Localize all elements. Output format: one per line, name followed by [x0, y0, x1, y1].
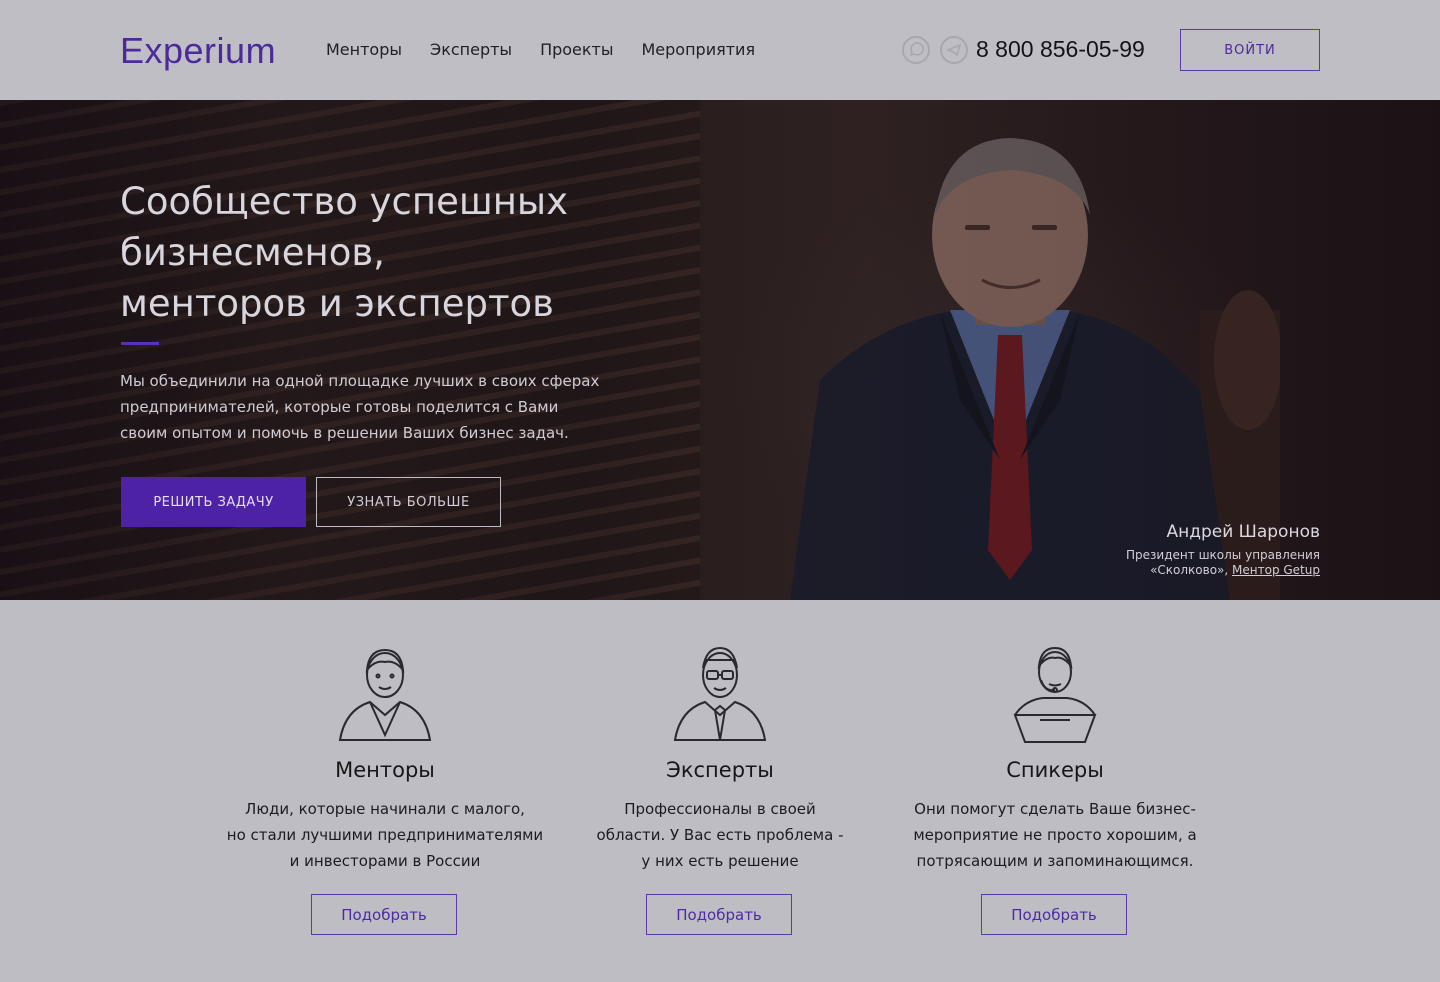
hero-description-line: Мы объединили на одной площадке лучших в…: [120, 372, 600, 390]
feature-title: Менторы: [335, 758, 435, 782]
feature-line: области. У Вас есть проблема -: [596, 826, 844, 844]
feature-description: Люди, которые начинали с малого, но стал…: [215, 796, 555, 874]
nav-experts[interactable]: Эксперты: [430, 40, 512, 59]
pick-mentor-button[interactable]: Подобрать: [311, 894, 457, 935]
login-button[interactable]: ВОЙТИ: [1180, 29, 1320, 71]
phone-number[interactable]: 8 800 856-05-99: [976, 36, 1145, 63]
feature-line: Люди, которые начинали с малого,: [245, 800, 525, 818]
main-nav: Менторы Эксперты Проекты Мероприятия: [326, 40, 755, 59]
feature-experts: Эксперты Профессионалы в своей области. …: [550, 640, 890, 935]
caption-role-line: «Сколково»,: [1150, 563, 1233, 577]
feature-line: и инвесторами в России: [289, 852, 481, 870]
learn-more-button[interactable]: УЗНАТЬ БОЛЬШЕ: [316, 477, 501, 527]
feature-line: мероприятие не просто хорошим, а: [913, 826, 1197, 844]
hero-description-line: предпринимателей, которые готовы поделит…: [120, 398, 559, 416]
pick-expert-button[interactable]: Подобрать: [646, 894, 792, 935]
caption-role-line: Президент школы управления: [1126, 548, 1320, 562]
feature-line: потрясающим и запоминающимся.: [916, 852, 1194, 870]
feature-line: Они помогут сделать Ваше бизнес-: [914, 800, 1196, 818]
feature-speakers: Спикеры Они помогут сделать Ваше бизнес-…: [885, 640, 1225, 935]
solve-task-button[interactable]: РЕШИТЬ ЗАДАЧУ: [121, 477, 306, 527]
whatsapp-icon[interactable]: [902, 36, 930, 64]
feature-title: Спикеры: [1006, 758, 1104, 782]
photo-caption: Андрей Шаронов Президент школы управлени…: [1126, 522, 1320, 578]
hero-description: Мы объединили на одной площадке лучших в…: [120, 368, 620, 446]
logo[interactable]: Experium: [120, 30, 276, 72]
feature-description: Они помогут сделать Ваше бизнес- меропри…: [885, 796, 1225, 874]
feature-description: Профессионалы в своей области. У Вас ест…: [550, 796, 890, 874]
mentor-avatar-icon: [338, 648, 432, 741]
telegram-icon[interactable]: [940, 36, 968, 64]
hero-title: Сообщество успешных бизнесменов, менторо…: [120, 176, 640, 329]
hero-banner: Сообщество успешных бизнесменов, менторо…: [0, 100, 1440, 600]
speaker-avatar-icon: [1013, 646, 1097, 743]
feature-line: но стали лучшими предпринимателями: [226, 826, 544, 844]
feature-line: Профессионалы в своей: [624, 800, 816, 818]
expert-avatar-icon: [673, 646, 767, 741]
feature-line: у них есть решение: [641, 852, 799, 870]
feature-title: Эксперты: [666, 758, 774, 782]
site-header: Experium Менторы Эксперты Проекты Меропр…: [0, 0, 1440, 100]
hero-title-line: менторов и экспертов: [120, 282, 554, 325]
nav-mentors[interactable]: Менторы: [326, 40, 402, 59]
hero-title-line: бизнесменов,: [120, 231, 385, 274]
feature-mentors: Менторы Люди, которые начинали с малого,…: [215, 640, 555, 935]
hero-title-line: Сообщество успешных: [120, 180, 568, 223]
nav-projects[interactable]: Проекты: [540, 40, 613, 59]
caption-role: Президент школы управления «Сколково», М…: [1126, 548, 1320, 578]
caption-mentor-link[interactable]: Ментор Getup: [1232, 563, 1320, 577]
caption-person-name: Андрей Шаронов: [1166, 522, 1320, 542]
pick-speaker-button[interactable]: Подобрать: [981, 894, 1127, 935]
hero-description-line: своим опытом и помочь в решении Ваших би…: [120, 424, 569, 442]
nav-events[interactable]: Мероприятия: [642, 40, 756, 59]
hero-accent-divider: [121, 342, 159, 345]
